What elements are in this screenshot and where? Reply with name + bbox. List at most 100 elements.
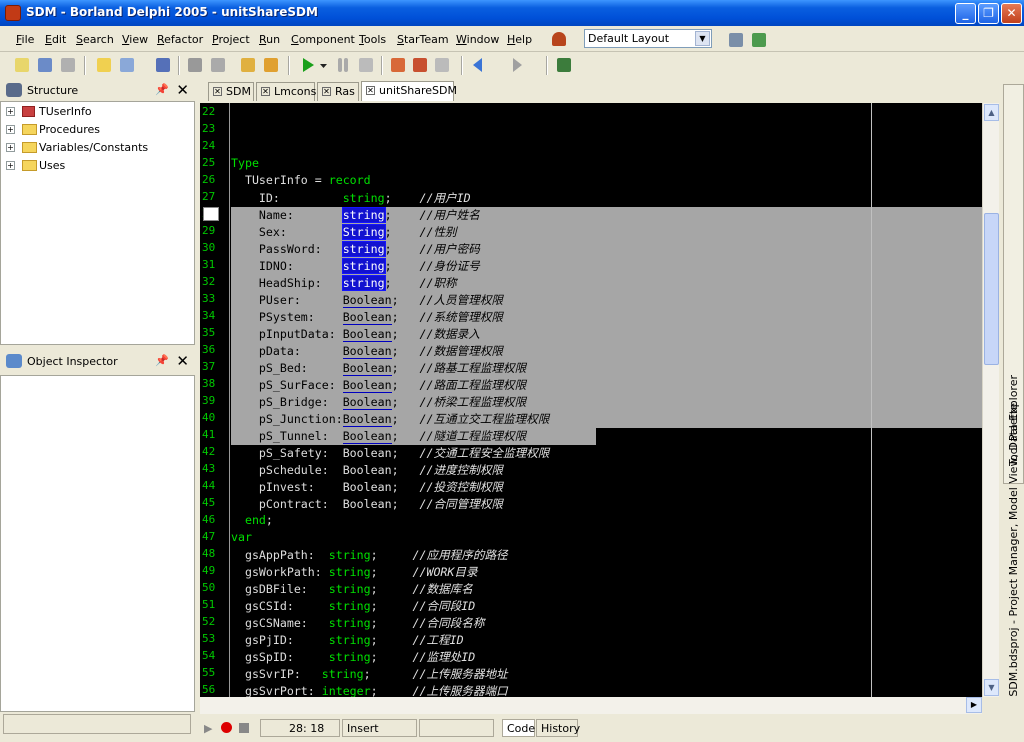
line-number: 31 xyxy=(202,258,216,271)
bookmark-icon xyxy=(203,207,219,221)
stop-macro-icon[interactable] xyxy=(239,723,249,733)
code-line: pS_Bridge: Boolean; //桥梁工程监理权限 xyxy=(231,395,527,410)
close-tab-icon[interactable]: ✕ xyxy=(261,87,270,96)
remove-from-project-icon[interactable] xyxy=(261,55,281,75)
helmet-icon[interactable] xyxy=(549,29,569,49)
object-inspector-title: Object Inspector xyxy=(27,355,118,368)
tree-item-uses[interactable]: + Uses xyxy=(1,157,191,175)
scroll-thumb[interactable] xyxy=(984,213,999,365)
horizontal-scrollbar[interactable]: ▶ xyxy=(200,697,982,714)
tab-code[interactable]: Code xyxy=(502,719,535,737)
close-tab-icon[interactable]: ✕ xyxy=(213,87,222,96)
expand-icon[interactable]: + xyxy=(6,161,15,170)
tree-item-variables[interactable]: + Variables/Constants xyxy=(1,139,191,157)
object-inspector-header: Object Inspector 📌 ✕ xyxy=(0,351,195,372)
restore-button[interactable]: ❐ xyxy=(978,3,999,24)
close-structure-icon[interactable]: ✕ xyxy=(176,81,189,99)
run-to-cursor-icon[interactable] xyxy=(432,55,452,75)
tab-unitsharesdm[interactable]: ✕ unitShareSDM xyxy=(361,81,457,101)
inspector-status xyxy=(3,714,191,734)
help-book-icon[interactable] xyxy=(554,55,574,75)
chevron-down-icon[interactable]: ▼ xyxy=(695,31,710,46)
menu-search[interactable]: Search xyxy=(76,33,114,46)
scroll-right-icon[interactable]: ▶ xyxy=(966,697,982,713)
add-to-project-icon[interactable] xyxy=(238,55,258,75)
back-arrow-icon[interactable] xyxy=(470,55,490,75)
set-debug-desktop-icon[interactable] xyxy=(749,30,769,50)
close-tab-icon[interactable]: ✕ xyxy=(322,87,331,96)
status-bar: ▶ 28: 18 Insert Code History xyxy=(200,717,1000,739)
object-inspector-panel xyxy=(0,375,195,712)
pause-icon[interactable] xyxy=(333,55,353,75)
open-icon[interactable] xyxy=(35,55,55,75)
tree-item-procedures[interactable]: + Procedures xyxy=(1,121,191,139)
close-tab-icon[interactable]: ✕ xyxy=(366,86,375,95)
forward-arrow-icon[interactable] xyxy=(505,55,525,75)
save-desktop-icon[interactable] xyxy=(726,30,746,50)
close-button[interactable]: ✕ xyxy=(1001,3,1022,24)
pin-icon[interactable]: 📌 xyxy=(155,354,169,367)
line-number: 27 xyxy=(202,190,216,203)
vertical-scrollbar[interactable]: ▲ ▼ xyxy=(982,103,999,697)
tab-label: Lmcons xyxy=(274,85,317,98)
menu-tools[interactable]: Tools xyxy=(359,33,386,46)
menu-run[interactable]: Run xyxy=(259,33,280,46)
menu-edit[interactable]: Edit xyxy=(45,33,66,46)
run-dropdown-icon[interactable] xyxy=(318,55,330,75)
run-icon[interactable] xyxy=(298,55,318,75)
tab-label: Ras xyxy=(335,85,355,98)
record-macro-icon[interactable] xyxy=(221,722,232,733)
layout-combo[interactable]: Default Layout ▼ xyxy=(584,29,712,48)
tab-lmcons[interactable]: ✕ Lmcons xyxy=(256,82,317,101)
step-over-icon[interactable] xyxy=(410,55,430,75)
line-number: 30 xyxy=(202,241,216,254)
menu-refactor[interactable]: Refactor xyxy=(157,33,203,46)
menu-file[interactable]: File xyxy=(16,33,34,46)
save-icon[interactable] xyxy=(153,55,173,75)
view-unit-icon[interactable] xyxy=(185,55,205,75)
new-items-icon[interactable] xyxy=(12,55,32,75)
menu-view[interactable]: View xyxy=(122,33,148,46)
code-line: pS_Bed: Boolean; //路基工程监理权限 xyxy=(231,361,527,376)
trace-into-icon[interactable] xyxy=(388,55,408,75)
code-line: pContract: Boolean; //合同管理权限 xyxy=(231,497,504,511)
expand-icon[interactable]: + xyxy=(6,125,15,134)
menu-project[interactable]: Project xyxy=(212,33,250,46)
record-icon xyxy=(22,106,35,117)
right-dock: SDM.bdsproj - Project Manager, Model Vie… xyxy=(1003,84,1024,697)
pin-icon[interactable]: 📌 xyxy=(155,83,169,96)
close-inspector-icon[interactable]: ✕ xyxy=(176,352,189,370)
stop-icon[interactable] xyxy=(356,55,376,75)
code-line: pInvest: Boolean; //投资控制权限 xyxy=(231,480,504,494)
layout-combo-value: Default Layout xyxy=(588,32,670,45)
view-form-icon[interactable] xyxy=(208,55,228,75)
play-macro-icon[interactable]: ▶ xyxy=(204,722,212,735)
tab-ras[interactable]: ✕ Ras xyxy=(317,82,359,101)
menu-starteam[interactable]: StarTeam xyxy=(397,33,449,46)
line-number: 48 xyxy=(202,547,216,560)
tab-sdm[interactable]: ✕ SDM xyxy=(208,82,254,101)
code-line: gsPjID: string; //工程ID xyxy=(231,633,464,647)
tab-history[interactable]: History xyxy=(536,719,580,737)
toolbar xyxy=(0,52,1024,79)
save-all-icon[interactable] xyxy=(58,55,78,75)
editor-tabs: ✕ SDM ✕ Lmcons ✕ Ras ✕ unitShareSDM xyxy=(200,81,1000,101)
tool-palette-tab[interactable]: Tool Palette xyxy=(1007,403,1020,466)
menu-component[interactable]: Component xyxy=(291,33,355,46)
tree-item-tuserinfo[interactable]: + TUserInfo xyxy=(1,103,191,121)
structure-icon xyxy=(6,83,22,97)
scroll-up-icon[interactable]: ▲ xyxy=(984,104,999,121)
menu-window[interactable]: Window xyxy=(456,33,499,46)
menu-help[interactable]: Help xyxy=(507,33,532,46)
line-number: 40 xyxy=(202,411,216,424)
minimize-button[interactable]: _ xyxy=(955,3,976,24)
new-file-icon[interactable] xyxy=(94,55,114,75)
code-line: Type xyxy=(231,156,259,170)
expand-icon[interactable]: + xyxy=(6,143,15,152)
open-project-icon[interactable] xyxy=(117,55,137,75)
line-number: 55 xyxy=(202,666,216,679)
code-line: gsSpID: string; //监理处ID xyxy=(231,650,476,664)
expand-icon[interactable]: + xyxy=(6,107,15,116)
code-editor[interactable]: 2223242526272829303132333435363738394041… xyxy=(200,103,982,697)
scroll-down-icon[interactable]: ▼ xyxy=(984,679,999,696)
